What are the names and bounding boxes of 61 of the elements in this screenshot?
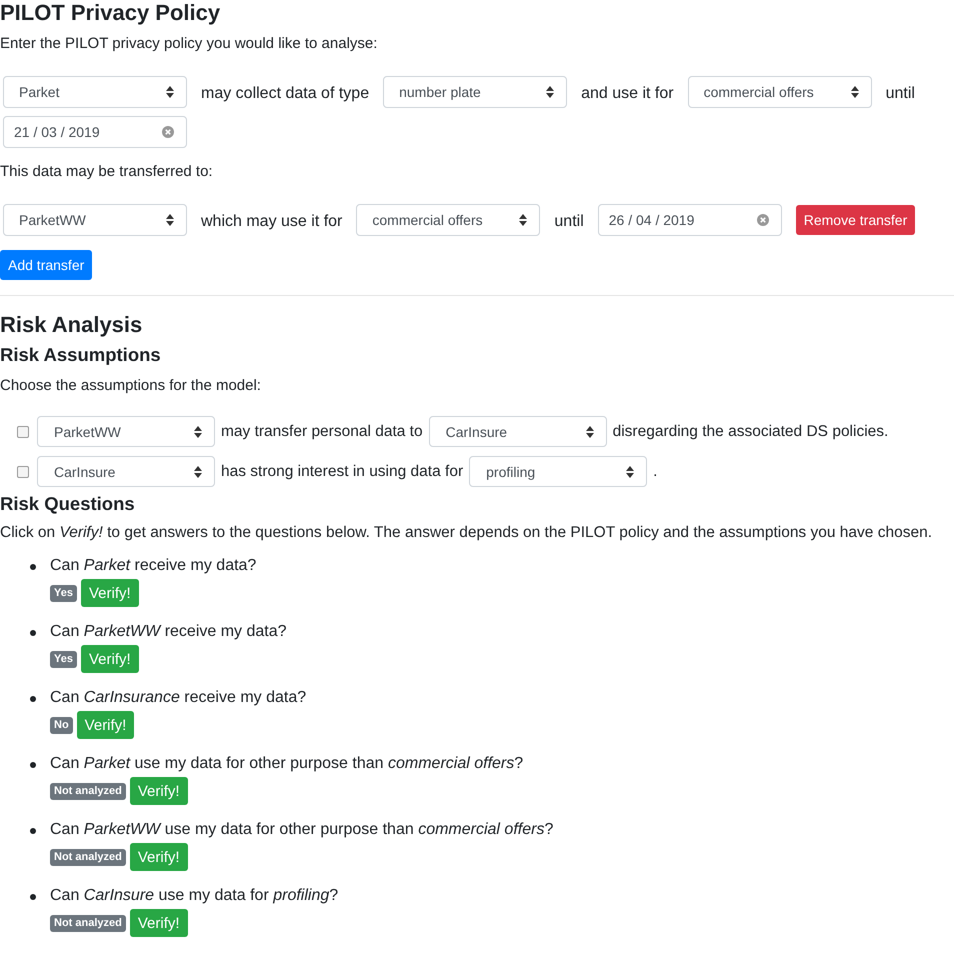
- answer-badge: Yes: [50, 650, 77, 668]
- question-text: Can ParketWW use my data for other purpose than commercial offers?: [50, 820, 554, 840]
- instruction-text: Choose the assumptions for the model:: [0, 376, 262, 396]
- dropdown[interactable]: CarInsure: [37, 456, 215, 487]
- dropdown[interactable]: ParketWW: [37, 416, 215, 447]
- label-text: and use it for: [581, 84, 674, 104]
- sort-caret-icon: [166, 86, 174, 98]
- add-transfer-button[interactable]: Add transfer: [0, 250, 92, 280]
- answer-badge: No: [50, 716, 73, 734]
- sort-caret-icon: [519, 214, 528, 226]
- dropdown[interactable]: Parket: [3, 76, 187, 108]
- question-text: Can CarInsure use my data for profiling?: [50, 886, 338, 906]
- checkbox[interactable]: [17, 466, 29, 478]
- transfer-label: This data may be transferred to:: [0, 162, 214, 182]
- page-title: PILOT Privacy Policy: [0, 0, 222, 26]
- dropdown[interactable]: profiling: [469, 456, 648, 487]
- label-text: .: [653, 462, 658, 482]
- instruction-text: Click on Verify! to get answers to the questions below. The answer depends on the PILOT policy and the assumptions you have chosen.: [0, 523, 933, 543]
- label-text: disregarding the associated DS policies.: [612, 422, 888, 442]
- bullet-icon: [30, 762, 36, 768]
- dropdown[interactable]: commercial offers: [688, 76, 872, 108]
- sort-caret-icon: [194, 466, 202, 478]
- answer-badge: Not analyzed: [50, 782, 126, 800]
- dropdown[interactable]: ParketWW: [3, 204, 187, 236]
- sort-caret-icon: [850, 86, 859, 98]
- sort-caret-icon: [626, 466, 634, 478]
- dropdown[interactable]: commercial offers: [356, 204, 540, 236]
- answer-badge: Not analyzed: [50, 848, 126, 866]
- label-text: until: [886, 84, 915, 104]
- section-title: Risk Analysis: [0, 312, 144, 338]
- bullet-icon: [30, 564, 36, 570]
- sort-caret-icon: [166, 214, 174, 226]
- label-text: until: [554, 212, 584, 232]
- question-text: Can Parket use my data for other purpose than commercial offers?: [50, 754, 524, 774]
- sort-caret-icon: [546, 86, 554, 98]
- label-text: which may use it for: [201, 212, 342, 232]
- date-field[interactable]: 26 / 04 / 2019: [598, 204, 782, 236]
- answer-badge: Yes: [50, 584, 77, 602]
- clear-icon: [756, 214, 769, 226]
- bullet-icon: [30, 828, 36, 834]
- label-text: has strong interest in using data for: [221, 462, 464, 482]
- checkbox[interactable]: [17, 426, 29, 438]
- bullet-icon: [30, 894, 36, 900]
- dropdown[interactable]: number plate: [383, 76, 568, 108]
- sort-caret-icon: [586, 426, 594, 438]
- question-text: Can ParketWW receive my data?: [50, 622, 287, 642]
- section-subtitle: Risk Assumptions: [0, 343, 162, 367]
- clear-icon: [162, 126, 174, 138]
- sort-caret-icon: [194, 426, 202, 438]
- intro-text: Enter the PILOT privacy policy you would like to analyse:: [0, 34, 378, 54]
- answer-badge: Not analyzed: [50, 914, 126, 932]
- question-text: Can Parket receive my data?: [50, 556, 256, 576]
- label-text: may collect data of type: [201, 84, 370, 104]
- dropdown[interactable]: CarInsure: [428, 416, 607, 447]
- date-field[interactable]: 21 / 03 / 2019: [3, 116, 187, 148]
- section-subtitle: Risk Questions: [0, 492, 136, 516]
- bullet-icon: [30, 696, 36, 702]
- remove-transfer-button[interactable]: Remove transfer: [796, 205, 916, 235]
- bullet-icon: [30, 630, 36, 636]
- label-text: may transfer personal data to: [221, 422, 423, 442]
- question-text: Can CarInsurance receive my data?: [50, 688, 306, 708]
